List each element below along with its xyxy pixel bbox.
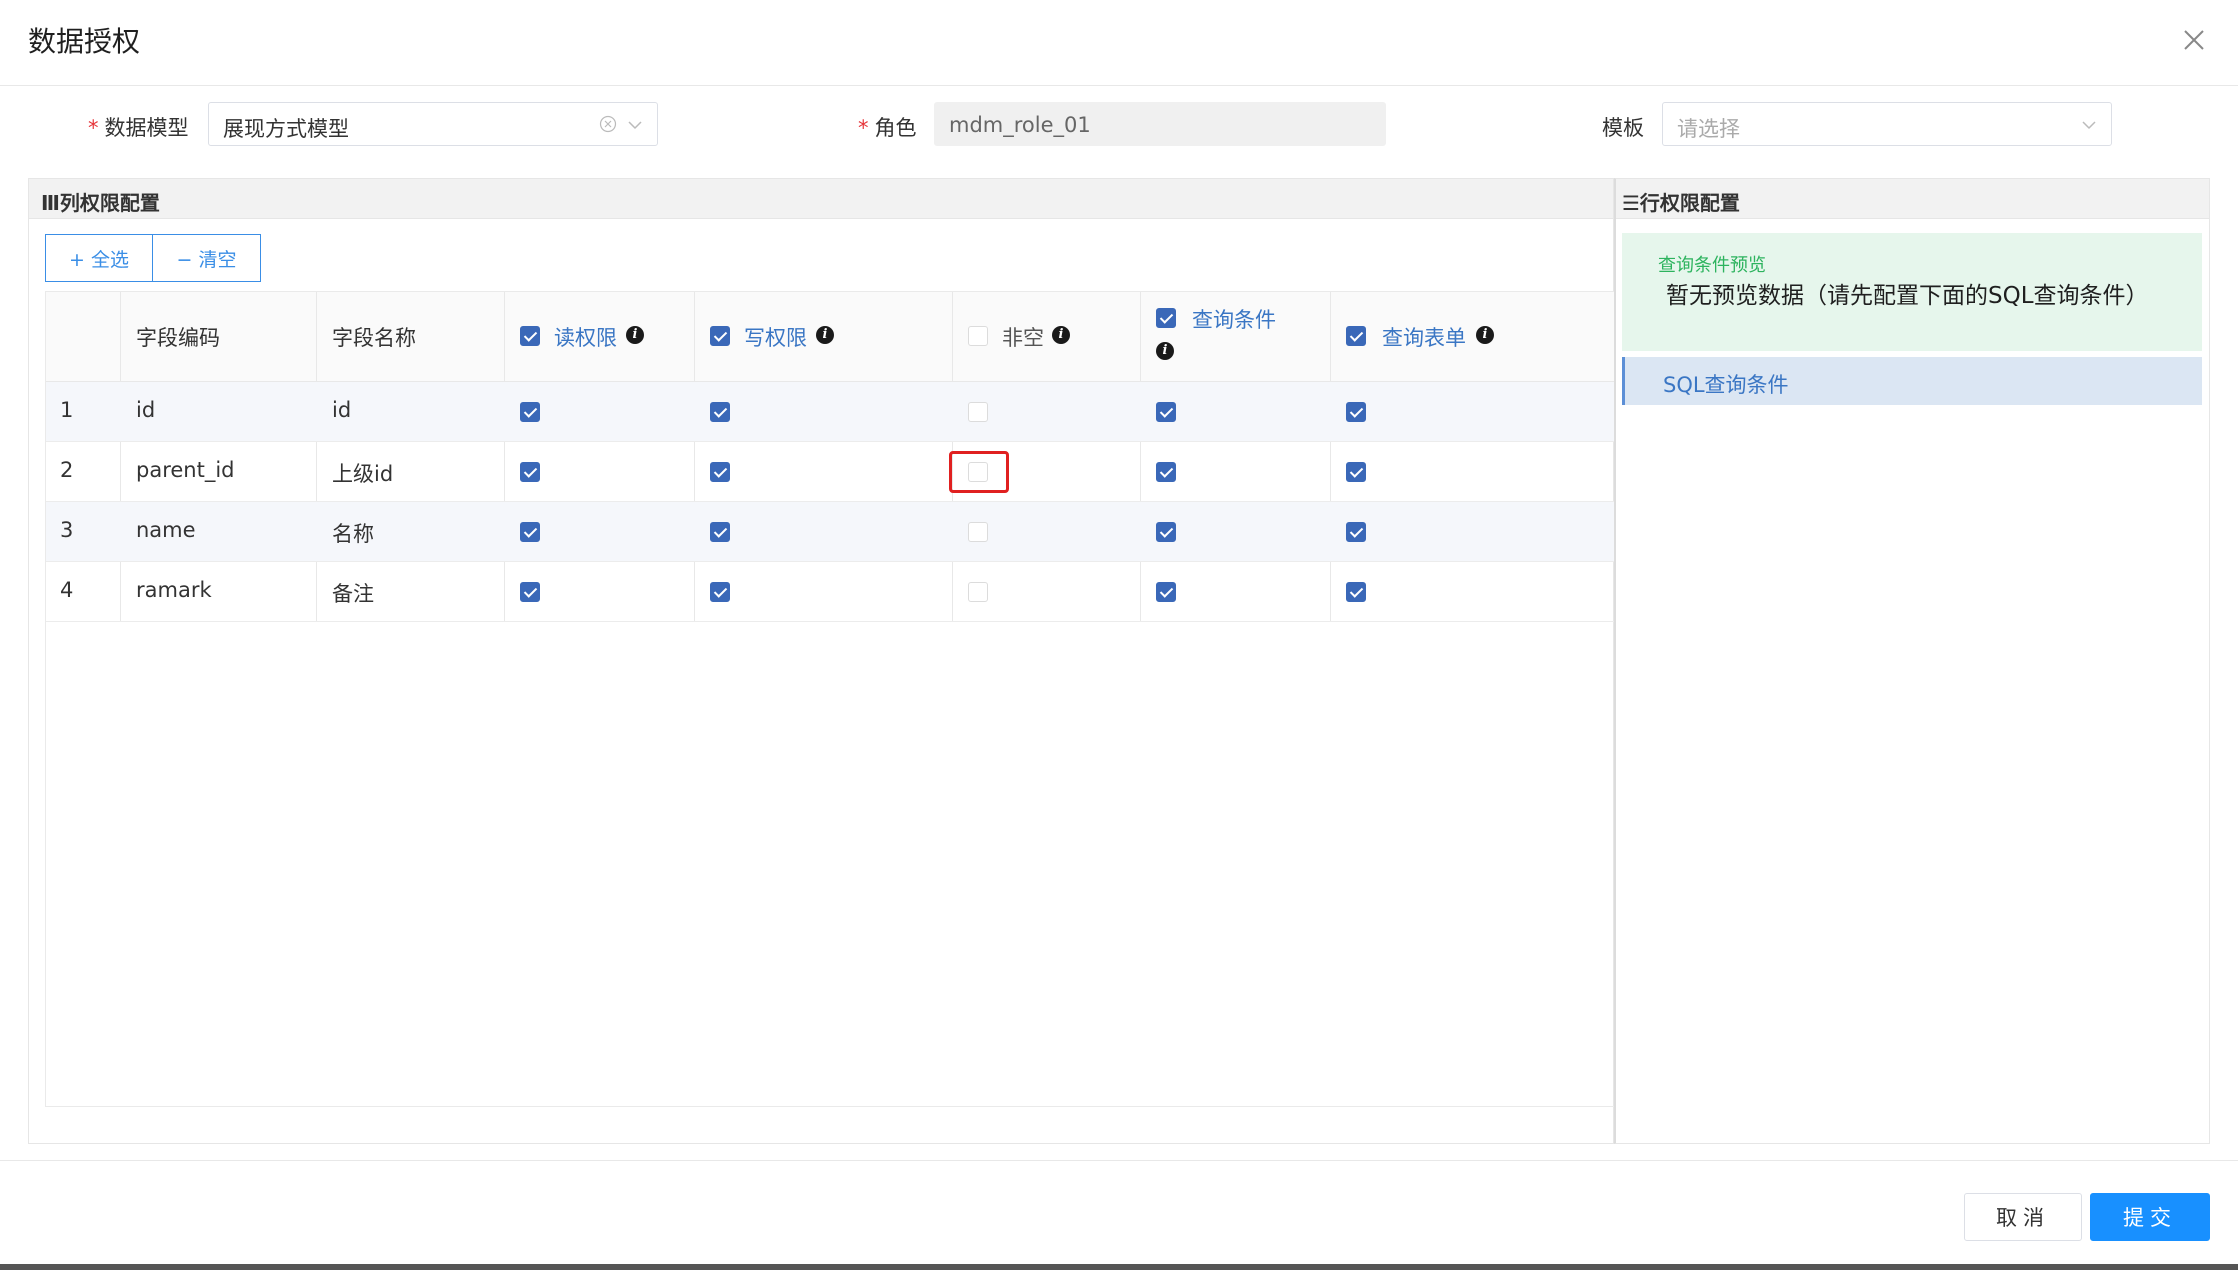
info-icon: i [816,326,834,344]
chevron-down-icon [2082,121,2096,130]
row-field-code: parent_id [136,458,235,482]
query-cond-checkbox[interactable] [1156,462,1176,482]
query-form-checkbox[interactable] [1346,402,1366,422]
row-panel-title: ☰行权限配置 [1622,191,1740,215]
row-field-name: id [332,398,352,422]
query-form-checkbox[interactable] [1346,522,1366,542]
read-checkbox[interactable] [520,522,540,542]
template-label: 模板 [1602,116,1644,140]
read-checkbox[interactable] [520,582,540,602]
role-value: mdm_role_01 [949,113,1091,137]
info-icon: i [626,326,644,344]
select-button-group: + 全选 − 清空 [45,234,261,282]
not-null-checkbox[interactable] [968,402,988,422]
write-checkbox[interactable] [710,462,730,482]
header-write[interactable]: 写权限 [744,322,807,352]
row-field-code: ramark [136,578,212,602]
header-read-checkbox[interactable] [520,326,540,346]
dialog-header: 数据授权 [0,0,2238,86]
query-cond-checkbox[interactable] [1156,402,1176,422]
model-select[interactable]: 展现方式模型 [208,102,658,146]
column-panel-title: Ⅲ列权限配置 [41,191,160,215]
role-input: mdm_role_01 [934,102,1386,146]
header-field-name: 字段名称 [332,326,416,350]
header-query-cond[interactable]: 查询条件 [1192,304,1276,334]
table-row: 2 parent_id 上级id [46,442,1615,502]
row-field-name: 上级id [332,462,394,486]
row-index: 1 [60,398,74,422]
row-permission-panel: ☰行权限配置 查询条件预览 暂无预览数据（请先配置下面的SQL查询条件） SQL… [1614,178,2210,1144]
column-permission-panel: Ⅲ列权限配置 + 全选 − 清空 字段编码 字段名称 读权限 i 写权限 i 非… [28,178,1615,1144]
query-cond-checkbox[interactable] [1156,582,1176,602]
query-form-checkbox[interactable] [1346,582,1366,602]
template-select[interactable]: 请选择 [1662,102,2112,146]
query-form-checkbox[interactable] [1346,462,1366,482]
row-field-name: 名称 [332,522,374,546]
model-value: 展现方式模型 [223,117,349,141]
read-checkbox[interactable] [520,462,540,482]
sql-condition-item[interactable]: SQL查询条件 [1622,357,2202,405]
table-row: 3 name 名称 [46,502,1615,562]
role-label: * 角色 [858,116,917,140]
template-placeholder: 请选择 [1677,117,1740,141]
header-write-checkbox[interactable] [710,326,730,346]
clear-button[interactable]: − 清空 [153,234,261,282]
sql-condition-label: SQL查询条件 [1663,373,1789,397]
header-query-form-checkbox[interactable] [1346,326,1366,346]
submit-button[interactable]: 提交 [2090,1193,2210,1241]
info-icon: i [1156,342,1174,360]
table-row: 1 id id [46,382,1615,442]
row-field-code: id [136,398,156,422]
not-null-checkbox[interactable] [968,522,988,542]
row-index: 2 [60,458,74,482]
close-icon[interactable] [2176,22,2212,58]
row-index: 4 [60,578,74,602]
preview-label: 查询条件预览 [1658,255,1766,276]
query-preview-box: 查询条件预览 暂无预览数据（请先配置下面的SQL查询条件） [1622,233,2202,351]
info-icon: i [1476,326,1494,344]
table-row: 4 ramark 备注 [46,562,1615,622]
header-not-null: 非空 [1002,326,1044,350]
preview-text: 暂无预览数据（请先配置下面的SQL查询条件） [1666,283,2149,309]
bottom-edge [0,1264,2238,1270]
header-query-cond-checkbox[interactable] [1156,308,1176,328]
chevron-down-icon [628,121,642,130]
header-field-code: 字段编码 [136,326,220,350]
model-label: * 数据模型 [88,116,189,140]
not-null-checkbox[interactable] [968,582,988,602]
data-authorization-dialog: 数据授权 * 数据模型 展现方式模型 * 角色 mdm_role_01 模板 请选择… [0,0,2238,1270]
row-panel-header: ☰行权限配置 [1616,179,2209,219]
highlight-box [949,451,1009,493]
row-field-name: 备注 [332,582,374,606]
header-not-null-checkbox[interactable] [968,326,988,346]
row-index: 3 [60,518,74,542]
row-field-code: name [136,518,196,542]
query-cond-checkbox[interactable] [1156,522,1176,542]
header-query-form[interactable]: 查询表单 [1382,322,1466,352]
info-icon: i [1052,326,1070,344]
write-checkbox[interactable] [710,582,730,602]
header-read[interactable]: 读权限 [554,322,617,352]
read-checkbox[interactable] [520,402,540,422]
dialog-title: 数据授权 [28,25,141,58]
clear-icon[interactable] [599,115,617,133]
write-checkbox[interactable] [710,522,730,542]
dialog-footer: 取消 提交 [0,1160,2238,1270]
column-panel-header: Ⅲ列权限配置 [29,179,1613,219]
column-permission-table: 字段编码 字段名称 读权限 i 写权限 i 非空 i 查询条件 i 查询表单 i… [45,291,1615,1107]
cancel-button[interactable]: 取消 [1964,1193,2082,1241]
select-all-button[interactable]: + 全选 [45,234,153,282]
write-checkbox[interactable] [710,402,730,422]
